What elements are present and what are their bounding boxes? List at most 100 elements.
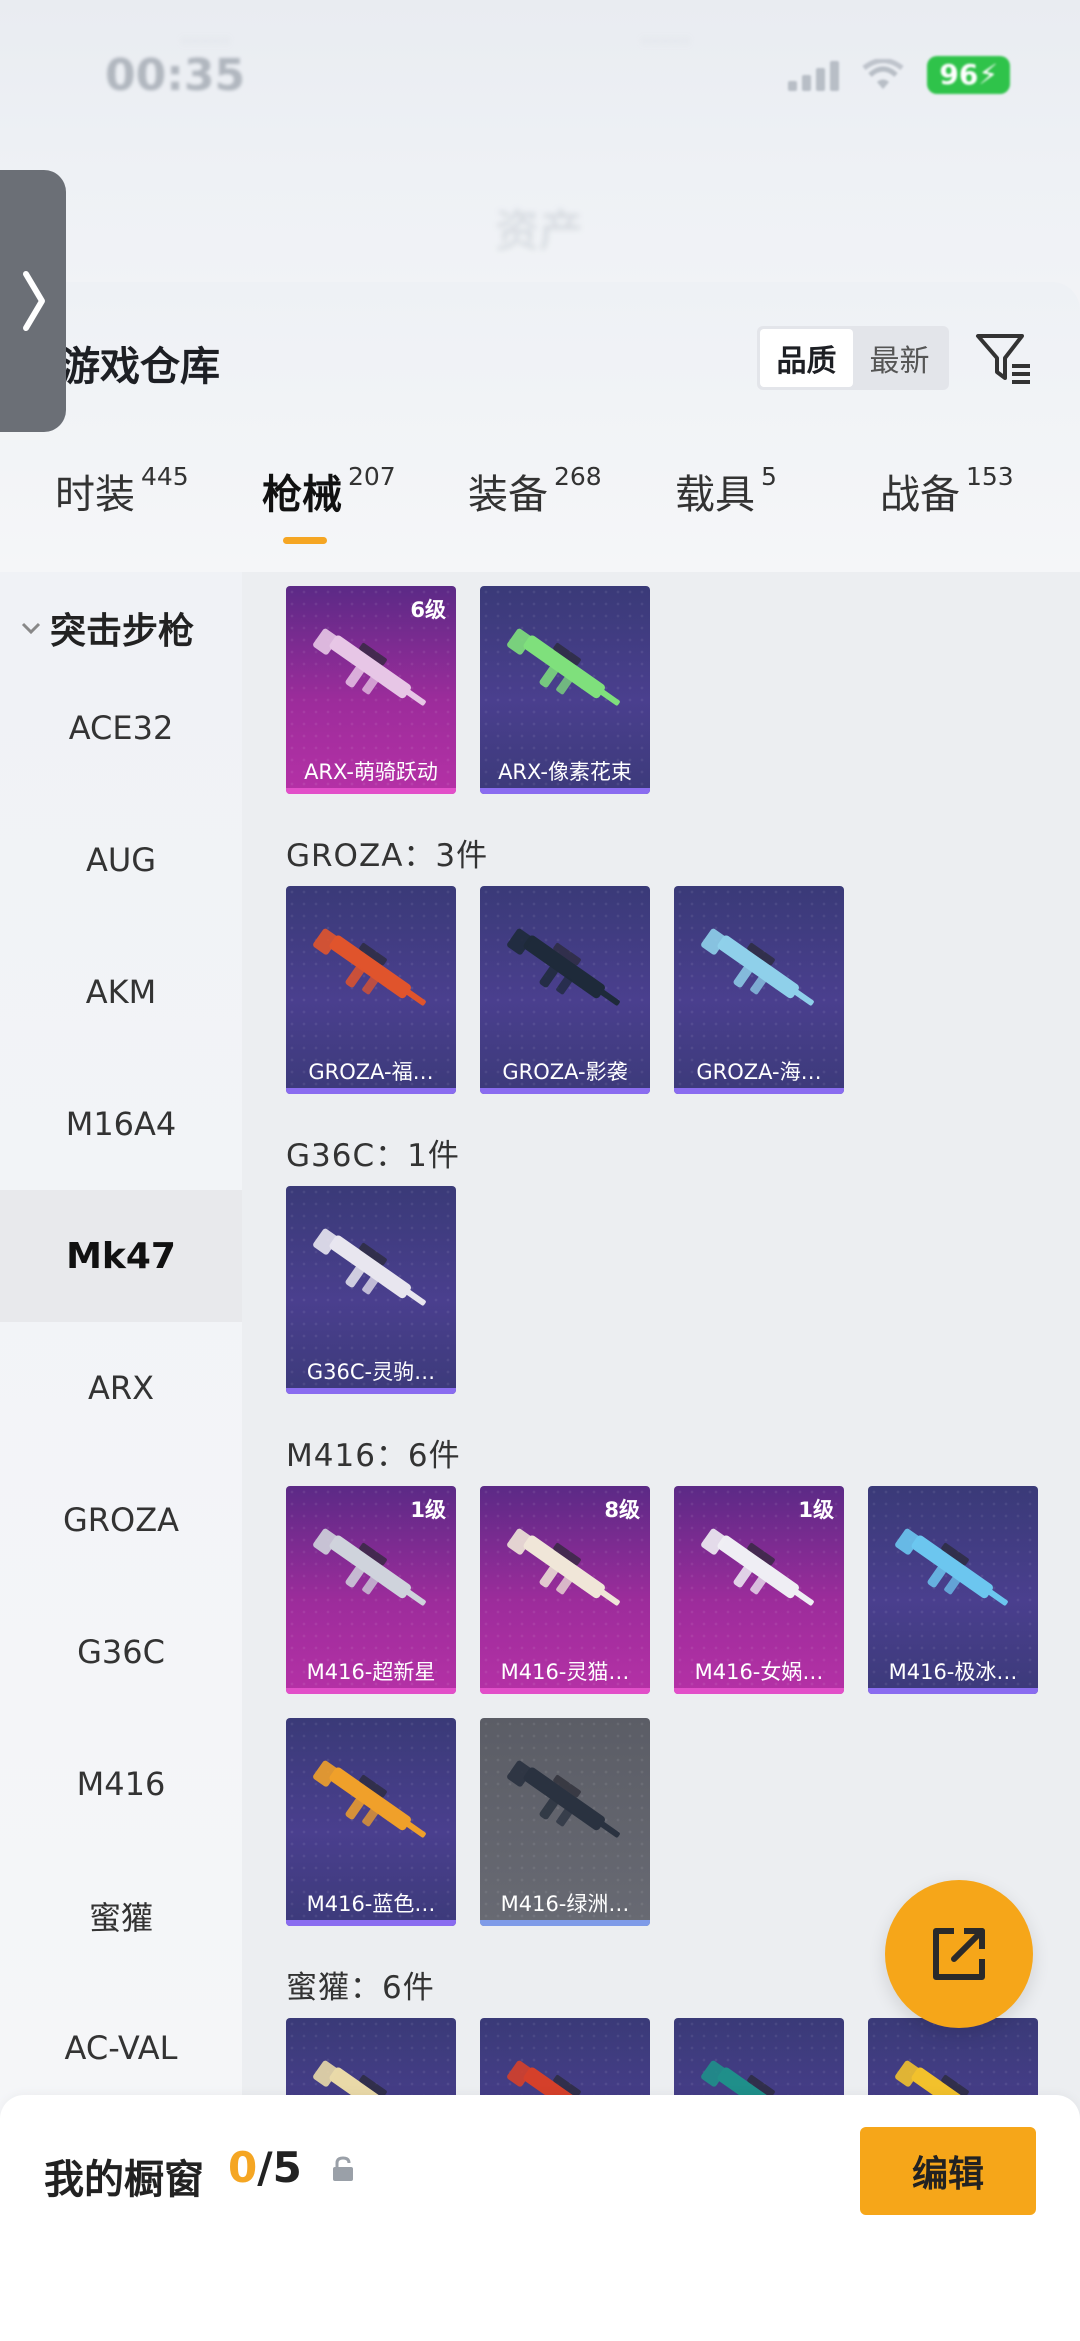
- card-name: ARX-萌骑跃动: [304, 760, 438, 784]
- panel-header: 游戏仓库 品质 最新 时装 445 枪械 207 装备 268 载具 5 战备 …: [0, 282, 1080, 572]
- tab-fashion[interactable]: 时装 445: [55, 462, 189, 520]
- gun-icon: [507, 628, 620, 706]
- card-level: 6级: [410, 598, 446, 622]
- panel-title: 游戏仓库: [60, 344, 220, 390]
- share-button[interactable]: [885, 1880, 1033, 2028]
- status-time: 00:35: [105, 50, 246, 101]
- card-name: M416-女娲…: [694, 1660, 824, 1684]
- tab-gear[interactable]: 战备 153: [880, 462, 1014, 520]
- tab-label: 载具: [675, 472, 755, 518]
- tab-count: 445: [141, 462, 189, 491]
- sort-newest-button[interactable]: 最新: [853, 329, 946, 387]
- weapon-card[interactable]: 1级 M416-女娲…: [674, 1486, 844, 1694]
- tab-label: 枪械: [262, 472, 342, 518]
- rarity-bar: [286, 1920, 456, 1926]
- gun-icon: [507, 928, 620, 1006]
- sidebar-item-m416[interactable]: M416: [0, 1718, 242, 1850]
- weapon-card[interactable]: GROZA-海…: [674, 886, 844, 1094]
- rarity-bar: [480, 1088, 650, 1094]
- rarity-bar: [286, 1688, 456, 1694]
- card-name: M416-蓝色…: [306, 1892, 436, 1916]
- card-level: 1级: [798, 1498, 834, 1522]
- sidebar-item-ace32[interactable]: ACE32: [0, 662, 242, 794]
- weapon-card[interactable]: 6级 ARX-萌骑跃动: [286, 586, 456, 794]
- sidebar-category[interactable]: 突击步枪: [20, 602, 194, 654]
- card-name: GROZA-海…: [696, 1060, 822, 1084]
- rarity-bar: [480, 1688, 650, 1694]
- weapon-card[interactable]: 1级 M416-超新星: [286, 1486, 456, 1694]
- tab-count: 268: [554, 462, 602, 491]
- group-title: G36C：1件: [286, 1138, 460, 1174]
- sidebar-item-groza[interactable]: GROZA: [0, 1454, 242, 1586]
- warehouse-panel: 游戏仓库 品质 最新 时装 445 枪械 207 装备 268 载具 5 战备 …: [0, 282, 1080, 2341]
- chevron-right-icon: [23, 271, 45, 331]
- gun-icon: [507, 1760, 620, 1838]
- card-name: M416-灵猫…: [500, 1660, 630, 1684]
- weapon-grid: 6级 ARX-萌骑跃动 ARX-像素花束 GROZA：3件 GROZA-福… GROZA-…: [242, 572, 1080, 2341]
- gun-icon: [701, 928, 814, 1006]
- showcase-label: 我的橱窗: [44, 2157, 204, 2203]
- edit-button[interactable]: 编辑: [860, 2127, 1036, 2215]
- lock-icon: [333, 2156, 353, 2181]
- gun-icon: [313, 1760, 426, 1838]
- rarity-bar: [480, 1920, 650, 1926]
- rarity-bar: [674, 1688, 844, 1694]
- sidebar-item-arx[interactable]: ARX: [0, 1322, 242, 1454]
- tab-count: 207: [348, 462, 396, 491]
- card-name: M416-超新星: [306, 1660, 436, 1684]
- sort-toggle: 品质 最新: [757, 326, 949, 390]
- weapon-card[interactable]: GROZA-福…: [286, 886, 456, 1094]
- card-name: GROZA-影袭: [502, 1060, 628, 1084]
- card-name: G36C-灵驹…: [306, 1360, 436, 1384]
- gun-icon: [313, 928, 426, 1006]
- tab-label: 战备: [880, 472, 960, 518]
- weapon-card[interactable]: ARX-像素花束: [480, 586, 650, 794]
- gun-icon: [507, 1528, 620, 1606]
- sidebar-item-akm[interactable]: AKM: [0, 926, 242, 1058]
- gun-icon: [313, 1228, 426, 1306]
- active-tab-indicator: [283, 537, 327, 544]
- sidebar-item-g36c[interactable]: G36C: [0, 1586, 242, 1718]
- page-title-blurred: 资产: [495, 206, 583, 257]
- rarity-bar: [286, 1388, 456, 1394]
- tab-label: 时装: [55, 472, 135, 518]
- sidebar-category-label: 突击步枪: [50, 611, 195, 652]
- rarity-bar: [286, 1088, 456, 1094]
- tab-label: 装备: [468, 472, 548, 518]
- tab-equipment[interactable]: 装备 268: [468, 462, 602, 520]
- tab-guns[interactable]: 枪械 207: [262, 462, 396, 520]
- rarity-bar: [674, 1088, 844, 1094]
- weapon-card[interactable]: M416-绿洲…: [480, 1718, 650, 1926]
- weapon-card[interactable]: G36C-灵驹…: [286, 1186, 456, 1394]
- weapon-card[interactable]: 8级 M416-灵猫…: [480, 1486, 650, 1694]
- sidebar-item-aug[interactable]: AUG: [0, 794, 242, 926]
- weapon-card[interactable]: GROZA-影袭: [480, 886, 650, 1094]
- drawer-toggle-button[interactable]: [0, 170, 66, 432]
- chevron-down-icon: [21, 622, 41, 635]
- card-level: 1级: [410, 1498, 446, 1522]
- rarity-bar: [868, 1688, 1038, 1694]
- tab-vehicles[interactable]: 载具 5: [675, 462, 777, 520]
- status-icons: 96⚡: [788, 56, 1010, 94]
- gun-icon: [313, 628, 426, 706]
- sort-quality-button[interactable]: 品质: [760, 329, 853, 387]
- weapon-card[interactable]: M416-极冰…: [868, 1486, 1038, 1694]
- wifi-icon: [862, 59, 904, 89]
- blurred-text: ·····: [640, 22, 691, 60]
- sidebar-item-m16a4[interactable]: M16A4: [0, 1058, 242, 1190]
- sidebar-item-mk47[interactable]: Mk47: [0, 1190, 242, 1322]
- filter-icon[interactable]: [972, 326, 1036, 390]
- showcase-current: 0: [228, 2143, 258, 2192]
- card-name: GROZA-福…: [308, 1060, 434, 1084]
- gun-icon: [701, 1528, 814, 1606]
- tab-count: 5: [761, 462, 777, 491]
- weapon-card[interactable]: M416-蓝色…: [286, 1718, 456, 1926]
- tab-count: 153: [966, 462, 1014, 491]
- card-level: 8级: [604, 1498, 640, 1522]
- showcase-total: /5: [257, 2143, 302, 2192]
- sidebar-item-honey-badger[interactable]: 蜜獾: [0, 1850, 242, 1982]
- category-tabs: 时装 445 枪械 207 装备 268 载具 5 战备 153: [0, 462, 1080, 562]
- status-bar-area: ····· ····· 00:35 96⚡ 资产: [0, 0, 1080, 290]
- weapon-sidebar: 突击步枪 ACE32 AUG AKM M16A4 Mk47 ARX GROZA …: [0, 572, 242, 2341]
- group-title: 蜜獾：6件: [286, 1970, 435, 2006]
